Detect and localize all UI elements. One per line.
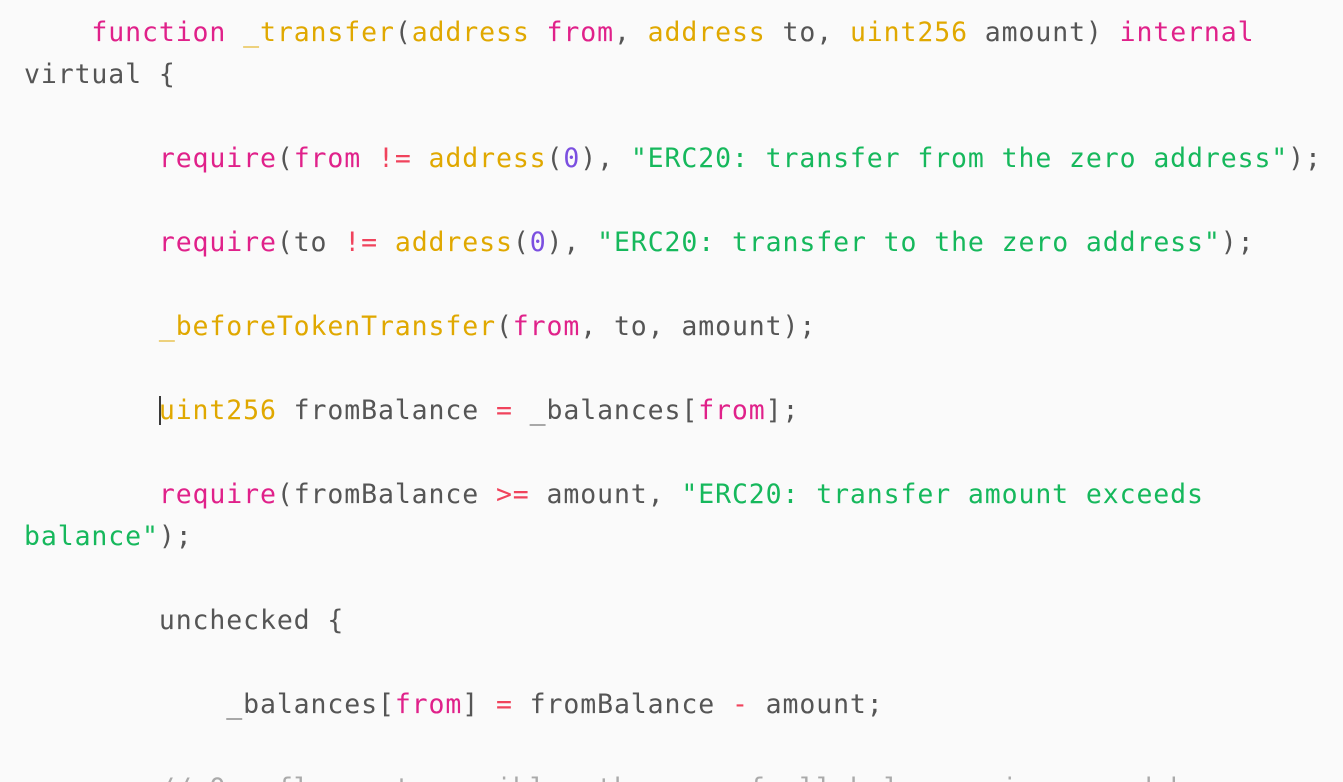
- code-line[interactable]: require(from != address(0), "ERC20: tran…: [24, 138, 1343, 180]
- code-token-plain: amount: [681, 311, 783, 342]
- code-token-punc: (: [276, 143, 294, 174]
- code-token-keyword: from: [394, 689, 463, 720]
- code-token-type: address: [428, 143, 547, 174]
- code-token-keyword: function: [91, 17, 227, 48]
- code-token-type: address: [394, 227, 513, 258]
- code-token-keyword: from: [512, 311, 581, 342]
- code-line[interactable]: require(fromBalance >= amount, "ERC20: t…: [24, 474, 1343, 558]
- code-token-type: uint256: [849, 17, 968, 48]
- code-token-function: _beforeTokenTransfer: [158, 311, 496, 342]
- code-token-plain: _balances: [24, 689, 378, 720]
- code-token-type: address: [411, 17, 530, 48]
- code-token-punc: ,: [580, 311, 614, 342]
- code-token-plain: to: [293, 227, 328, 258]
- code-token-punc: ),: [546, 227, 598, 258]
- code-token-punc: (: [394, 17, 412, 48]
- code-token-punc: (: [495, 311, 513, 342]
- code-line[interactable]: require(to != address(0), "ERC20: transf…: [24, 222, 1343, 264]
- code-line[interactable]: unchecked {: [24, 600, 1343, 642]
- code-token-plain: fromBalance: [276, 395, 496, 426]
- code-token-plain: _balances: [512, 395, 682, 426]
- code-token-number: 0: [563, 143, 581, 174]
- code-token-punc: {: [327, 605, 345, 636]
- code-token-operator: !=: [344, 227, 378, 258]
- code-token-punc: );: [782, 311, 817, 342]
- code-token-punc: ,: [816, 17, 850, 48]
- code-token-plain: amount: [748, 689, 867, 720]
- code-token-punc: (: [276, 227, 294, 258]
- code-viewer[interactable]: function _transfer(address from, address…: [0, 0, 1343, 782]
- code-token-punc: (: [546, 143, 564, 174]
- code-token-punc: ,: [613, 17, 648, 48]
- code-token-punc: ): [1085, 17, 1120, 48]
- code-token-operator: -: [731, 689, 749, 720]
- code-token-punc: ]: [462, 689, 480, 720]
- code-line[interactable]: // Overflow not possible: the sum of all…: [24, 768, 1343, 782]
- code-token-operator: =: [495, 395, 513, 426]
- code-token-punc: (: [276, 479, 294, 510]
- code-token-type: address: [647, 17, 766, 48]
- code-token-punc: );: [1288, 143, 1322, 174]
- code-token-punc: ];: [765, 395, 800, 426]
- code-token-punc: ,: [647, 311, 682, 342]
- code-token-plain: fromBalance: [293, 479, 496, 510]
- code-token-plain: to: [765, 17, 817, 48]
- code-token-keyword: require: [158, 479, 277, 510]
- code-line[interactable]: function _transfer(address from, address…: [24, 12, 1343, 96]
- code-token-plain: fromBalance: [512, 689, 732, 720]
- code-token-punc: );: [158, 521, 193, 552]
- code-token-punc: );: [1220, 227, 1255, 258]
- code-token-plain: to: [613, 311, 648, 342]
- code-line[interactable]: _beforeTokenTransfer(from, to, amount);: [24, 306, 1343, 348]
- code-token-operator: !=: [377, 143, 412, 174]
- code-token-keyword: from: [546, 17, 614, 48]
- code-token-comment: // Overflow not possible: the sum of all…: [24, 773, 1221, 782]
- code-token-type: uint256: [158, 395, 277, 426]
- code-line[interactable]: _balances[from] = fromBalance - amount;: [24, 684, 1343, 726]
- code-token-keyword: from: [293, 143, 362, 174]
- code-token-punc: {: [158, 59, 176, 90]
- code-token-plain: amount: [967, 17, 1086, 48]
- code-token-operator: =: [495, 689, 513, 720]
- code-token-plain: unchecked: [24, 605, 328, 636]
- code-token-punc: [: [377, 689, 395, 720]
- code-token-plain: amount: [529, 479, 648, 510]
- code-token-number: 0: [529, 227, 547, 258]
- code-token-punc: [: [681, 395, 699, 426]
- code-token-string: "ERC20: transfer to the zero address": [597, 227, 1221, 258]
- code-token-punc: ,: [647, 479, 682, 510]
- code-token-punc: (: [512, 227, 530, 258]
- code-token-operator: >=: [495, 479, 530, 510]
- code-line[interactable]: uint256 fromBalance = _balances[from];: [24, 390, 1343, 432]
- code-token-keyword: internal: [1119, 17, 1255, 48]
- code-token-function: _transfer: [243, 17, 395, 48]
- code-token-keyword: require: [158, 143, 277, 174]
- code-text-area[interactable]: function _transfer(address from, address…: [0, 0, 1343, 782]
- code-token-punc: ;: [866, 689, 884, 720]
- code-token-keyword: from: [698, 395, 766, 426]
- code-token-keyword: require: [158, 227, 277, 258]
- code-token-string: "ERC20: transfer from the zero address": [630, 143, 1289, 174]
- code-token-punc: ),: [580, 143, 631, 174]
